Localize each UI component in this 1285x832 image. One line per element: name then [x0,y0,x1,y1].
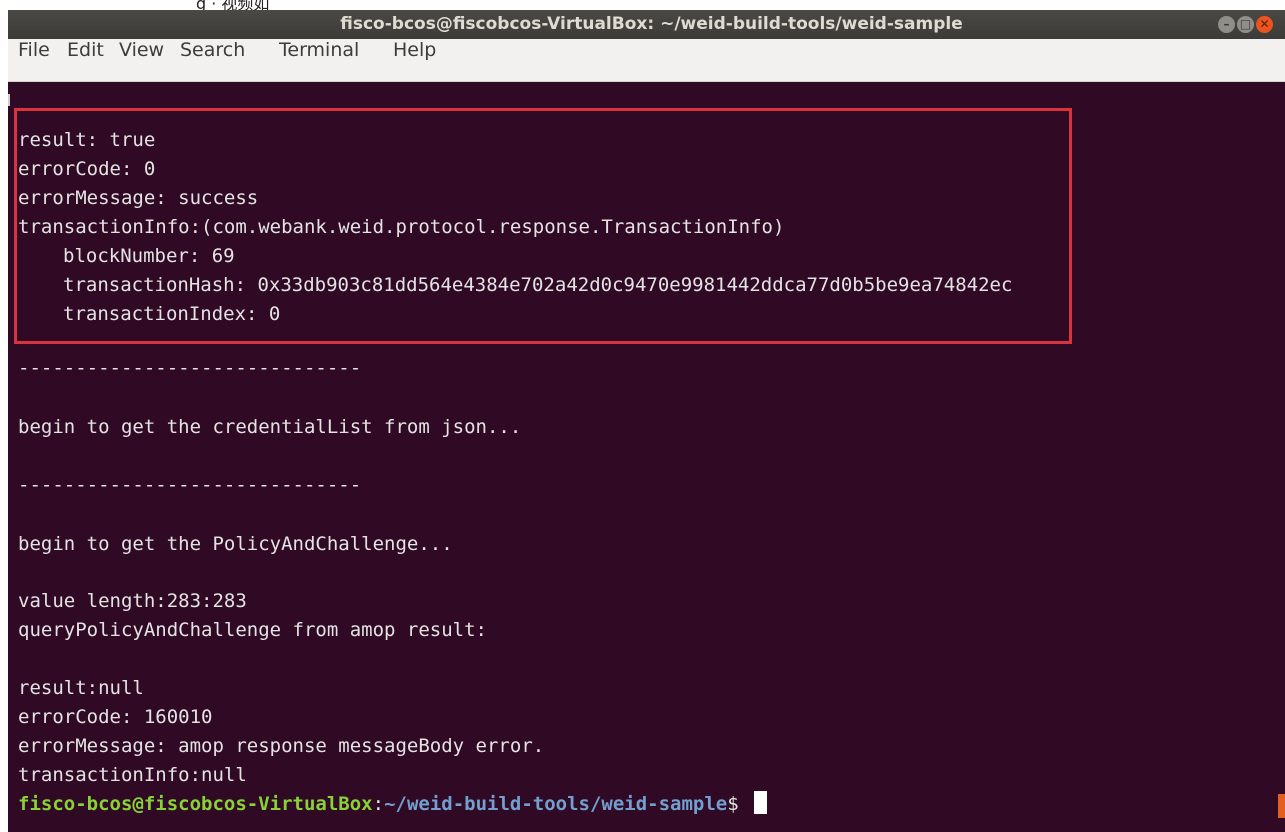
terminal-line: errorMessage: amop response messageBody … [18,735,545,757]
terminal-line: errorMessage: success [18,187,259,209]
scroll-edge-mark [8,94,10,106]
menu-edit[interactable]: Edit [67,39,104,81]
menu-view[interactable]: View [119,39,164,81]
terminal-output[interactable]: result: true errorCode: 0 errorMessage: … [8,82,1285,832]
scrollbar-indicator[interactable] [1278,794,1285,818]
terminal-line: transactionInfo:null [18,764,247,786]
terminal-window: fisco-bcos@fiscobcos-VirtualBox: ~/weid-… [8,10,1285,832]
menu-search[interactable]: Search [180,39,245,81]
prompt-separator: : [372,793,385,815]
terminal-line: queryPolicyAndChallenge from amop result… [18,619,487,641]
maximize-button[interactable]: □ [1237,16,1254,33]
menu-bar: File Edit View Search Terminal Help [8,39,1285,82]
terminal-line: blockNumber: 69 [63,245,235,267]
terminal-line: begin to get the credentialList from jso… [18,416,522,438]
shell-prompt[interactable]: fisco-bcos@fiscobcos-VirtualBox:~/weid-b… [18,790,768,819]
menu-help[interactable]: Help [393,39,436,81]
terminal-line: result:null [18,677,144,699]
menu-terminal[interactable]: Terminal [279,39,359,81]
prompt-path: ~/weid-build-tools/weid-sample [384,793,728,815]
title-bar[interactable]: fisco-bcos@fiscobcos-VirtualBox: ~/weid-… [8,10,1285,39]
top-strip-text: g · 视频如 [196,0,270,10]
close-button[interactable]: ✕ [1256,16,1273,33]
terminal-line: result: true [18,129,156,151]
terminal-line: transactionHash: 0x33db903c81dd564e4384e… [63,274,1013,296]
separator-line: ------------------------------ [18,474,362,496]
menu-file[interactable]: File [18,39,50,81]
terminal-line: begin to get the PolicyAndChallenge... [18,533,453,555]
terminal-line: value length:283:283 [18,590,247,612]
terminal-line: errorCode: 0 [18,158,156,180]
prompt-symbol: $ [727,793,751,815]
minimize-button[interactable]: – [1218,16,1235,33]
prompt-user-host: fisco-bcos@fiscobcos-VirtualBox [18,793,373,815]
top-strip: g · 视频如 [0,0,1285,10]
terminal-line: transactionInfo:(com.webank.weid.protoco… [18,216,785,238]
text-cursor [754,791,768,814]
terminal-line: transactionIndex: 0 [63,303,281,325]
terminal-line: errorCode: 160010 [18,706,213,728]
separator-line: ------------------------------ [18,357,362,379]
window-title: fisco-bcos@fiscobcos-VirtualBox: ~/weid-… [340,14,963,34]
